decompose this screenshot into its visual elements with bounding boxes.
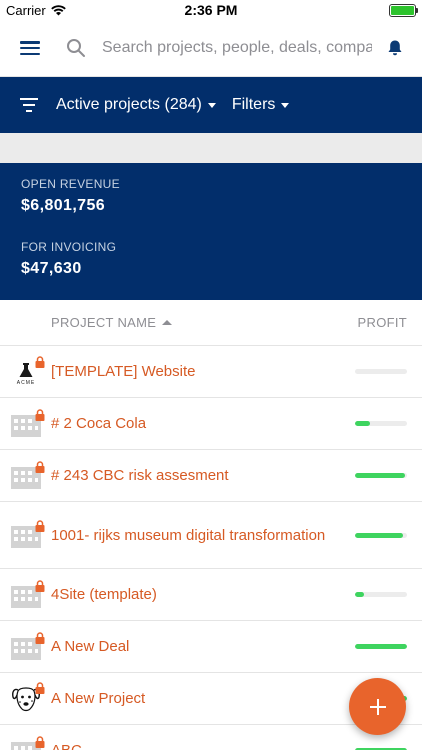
sort-ascending-icon bbox=[162, 320, 173, 325]
profit-column-header[interactable]: PROFIT bbox=[358, 315, 407, 330]
search-icon bbox=[67, 39, 85, 57]
for-invoicing-block: FOR INVOICING $47,630 bbox=[21, 240, 401, 278]
row-icon bbox=[0, 408, 51, 437]
bell-icon[interactable] bbox=[386, 39, 404, 57]
open-revenue-block: OPEN REVENUE $6,801,756 bbox=[21, 177, 401, 215]
lock-icon bbox=[35, 681, 45, 694]
profit-bar bbox=[355, 421, 407, 426]
wifi-icon bbox=[50, 4, 66, 15]
profit-bar bbox=[355, 473, 407, 478]
revenue-summary: OPEN REVENUE $6,801,756 FOR INVOICING $4… bbox=[0, 163, 422, 300]
open-revenue-label: OPEN REVENUE bbox=[21, 177, 120, 191]
menu-icon[interactable] bbox=[20, 41, 40, 55]
filter-bar: Active projects (284) Filters bbox=[0, 77, 422, 133]
profit-bar bbox=[355, 592, 407, 597]
row-icon: ACME bbox=[0, 355, 51, 386]
filters-dropdown-label: Filters bbox=[231, 96, 276, 113]
project-row[interactable]: 1001- rijks museum digital transformatio… bbox=[0, 502, 422, 569]
row-icon bbox=[0, 460, 51, 489]
table-header: PROJECT NAME PROFIT bbox=[0, 300, 422, 346]
project-name-header-label: PROJECT NAME bbox=[51, 315, 157, 330]
top-bar bbox=[0, 20, 422, 77]
search-input[interactable] bbox=[102, 39, 372, 57]
project-row[interactable]: A New Deal bbox=[0, 621, 422, 673]
row-icon bbox=[0, 520, 51, 548]
lock-icon bbox=[35, 735, 45, 748]
view-dropdown[interactable]: Active projects (284) bbox=[56, 96, 216, 114]
view-dropdown-label: Active projects (284) bbox=[56, 96, 202, 113]
lock-icon bbox=[35, 520, 45, 532]
row-icon bbox=[0, 631, 51, 660]
profit-bar bbox=[355, 644, 407, 649]
project-row[interactable]: ABC bbox=[0, 725, 422, 750]
add-project-button[interactable] bbox=[349, 678, 406, 735]
row-icon bbox=[0, 681, 51, 714]
status-right bbox=[389, 3, 418, 17]
filters-dropdown[interactable]: Filters bbox=[232, 96, 290, 114]
open-revenue-value: $6,801,756 bbox=[21, 197, 106, 214]
row-icon bbox=[0, 735, 51, 750]
project-row[interactable]: ACME [TEMPLATE] Website bbox=[0, 346, 422, 398]
status-left: Carrier bbox=[6, 3, 66, 18]
plus-icon bbox=[369, 698, 386, 715]
project-name[interactable]: 1001- rijks museum digital transformatio… bbox=[51, 524, 355, 547]
project-name[interactable]: 4Site (template) bbox=[51, 583, 355, 606]
chevron-down-icon bbox=[281, 102, 290, 108]
lock-icon bbox=[35, 631, 45, 644]
project-row[interactable]: # 243 CBC risk assesment bbox=[0, 450, 422, 502]
project-name[interactable]: A New Project bbox=[51, 687, 355, 710]
carrier-label: Carrier bbox=[6, 2, 46, 18]
project-row[interactable]: # 2 Coca Cola bbox=[0, 398, 422, 450]
for-invoicing-label: FOR INVOICING bbox=[21, 240, 117, 254]
svg-text:ACME: ACME bbox=[16, 380, 34, 386]
lock-icon bbox=[35, 355, 45, 368]
project-name[interactable]: ABC bbox=[51, 739, 355, 750]
lock-icon bbox=[35, 460, 45, 473]
project-row[interactable]: 4Site (template) bbox=[0, 569, 422, 621]
sort-lines-icon[interactable] bbox=[20, 98, 38, 112]
project-name[interactable]: [TEMPLATE] Website bbox=[51, 360, 355, 383]
profit-bar bbox=[355, 369, 407, 374]
row-icon bbox=[0, 579, 51, 608]
battery-icon bbox=[389, 3, 418, 17]
chevron-down-icon bbox=[207, 102, 216, 108]
lock-icon bbox=[35, 579, 45, 592]
lock-icon bbox=[35, 408, 45, 421]
spacer-band bbox=[0, 133, 422, 163]
project-name[interactable]: # 243 CBC risk assesment bbox=[51, 464, 355, 487]
for-invoicing-value: $47,630 bbox=[21, 260, 82, 277]
project-name[interactable]: A New Deal bbox=[51, 635, 355, 658]
status-bar: Carrier 2:36 PM bbox=[0, 0, 422, 20]
project-name[interactable]: # 2 Coca Cola bbox=[51, 412, 355, 435]
profit-bar bbox=[355, 532, 407, 538]
project-name-column-header[interactable]: PROJECT NAME bbox=[51, 315, 173, 330]
